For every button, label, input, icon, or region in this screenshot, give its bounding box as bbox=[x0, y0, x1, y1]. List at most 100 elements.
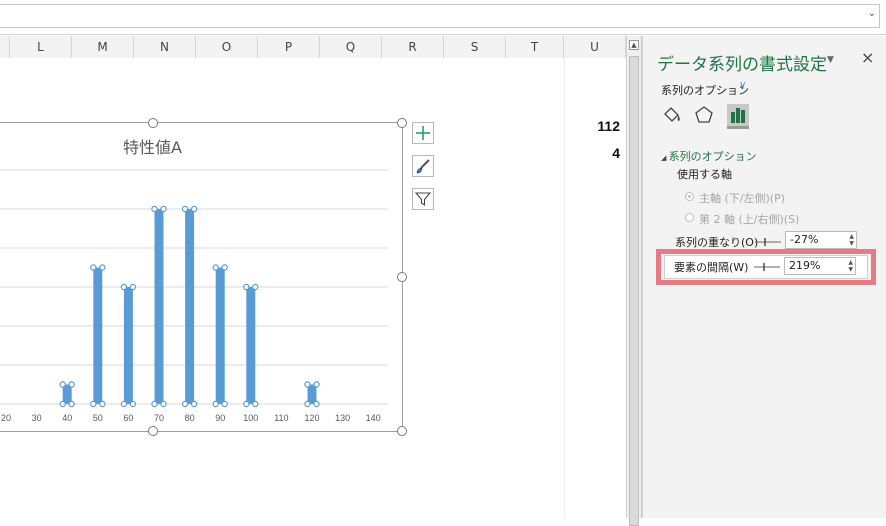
column-header-u[interactable]: U bbox=[564, 36, 626, 58]
bar-selection-handle[interactable] bbox=[160, 400, 167, 408]
bar-selection-handle[interactable] bbox=[129, 400, 137, 408]
chart-elements-button[interactable] bbox=[412, 122, 434, 144]
column-header-m[interactable]: M bbox=[72, 36, 134, 58]
bar-selection-handle[interactable] bbox=[160, 205, 167, 213]
bar-selection-handle[interactable] bbox=[221, 400, 228, 408]
column-header-n[interactable]: N bbox=[134, 36, 196, 58]
close-icon[interactable]: × bbox=[861, 48, 874, 67]
bar-selection-handle[interactable] bbox=[212, 264, 219, 271]
column-header-p[interactable]: P bbox=[258, 36, 320, 58]
chart-title[interactable]: 特性値A bbox=[0, 134, 305, 158]
bar-60[interactable] bbox=[123, 287, 133, 404]
overlap-spin-input[interactable]: -27% ▲ ▼ bbox=[785, 231, 857, 249]
x-tick-label: 80 bbox=[185, 413, 195, 423]
bar-selection-handle[interactable] bbox=[190, 205, 198, 213]
tab-series-options[interactable] bbox=[727, 104, 749, 129]
x-tick-label: 70 bbox=[154, 413, 164, 423]
bar-80[interactable] bbox=[185, 209, 195, 404]
tab-effects[interactable] bbox=[693, 104, 715, 126]
column-header-row: L M N O P Q R S T U bbox=[0, 36, 626, 59]
overlap-slider[interactable] bbox=[755, 237, 781, 247]
bar-selection-handle[interactable] bbox=[90, 400, 97, 408]
bar-selection-handle[interactable] bbox=[252, 400, 259, 408]
bar-120[interactable] bbox=[307, 384, 317, 405]
column-header-q[interactable]: Q bbox=[320, 36, 382, 58]
secondary-axis-radio[interactable] bbox=[685, 213, 694, 222]
bar-selection-handle[interactable] bbox=[243, 283, 250, 291]
column-header-r[interactable]: R bbox=[382, 36, 444, 58]
chevron-down-icon[interactable]: ∨ bbox=[739, 80, 746, 91]
overlap-label: 系列の重なり(O) bbox=[675, 236, 759, 249]
tab-fill-line[interactable] bbox=[661, 104, 683, 126]
column-header-s[interactable]: S bbox=[444, 36, 506, 58]
section-series-options[interactable]: ◢ 系列のオプション bbox=[661, 148, 757, 164]
bar-chart-icon bbox=[731, 108, 745, 123]
resize-handle-top[interactable] bbox=[148, 118, 158, 128]
bar-selection-handle[interactable] bbox=[120, 283, 128, 291]
bar-selection-handle[interactable] bbox=[99, 400, 106, 408]
bar-70[interactable] bbox=[154, 209, 164, 404]
x-tick-label: 120 bbox=[304, 413, 319, 423]
scrollbar-thumb[interactable] bbox=[629, 56, 639, 526]
bar-selection-handle[interactable] bbox=[252, 283, 259, 291]
vertical-scrollbar[interactable]: ▲ bbox=[626, 36, 642, 526]
bar-selection-handle[interactable] bbox=[190, 400, 198, 408]
scroll-up-arrow-icon[interactable]: ▲ bbox=[629, 40, 639, 50]
bar-40[interactable] bbox=[62, 384, 72, 405]
x-tick-label: 90 bbox=[215, 413, 225, 423]
bar-selection-handle[interactable] bbox=[181, 205, 189, 213]
filter-icon bbox=[415, 192, 431, 207]
chevron-down-icon[interactable]: ⌄ bbox=[868, 8, 876, 19]
bar-100[interactable] bbox=[246, 287, 256, 404]
bar-selection-handle[interactable] bbox=[120, 400, 128, 408]
bar-selection-handle[interactable] bbox=[59, 381, 66, 388]
section-title: 系列のオプション bbox=[668, 150, 757, 163]
cell-u-4[interactable]: 4 bbox=[612, 145, 620, 161]
bar-selection-handle[interactable] bbox=[181, 400, 189, 408]
x-tick-label: 110 bbox=[274, 413, 288, 423]
column-header-l[interactable]: L bbox=[10, 36, 72, 58]
bar-selection-handle[interactable] bbox=[68, 381, 75, 388]
series-options-dropdown[interactable]: 系列のオプション bbox=[661, 82, 749, 98]
bar-selection-handle[interactable] bbox=[99, 264, 106, 271]
pentagon-icon bbox=[695, 106, 713, 123]
bar-selection-handle[interactable] bbox=[313, 400, 320, 408]
x-tick-label: 30 bbox=[32, 413, 42, 423]
secondary-axis-label: 第 2 軸 (上/右側)(S) bbox=[699, 213, 800, 226]
bar-50[interactable] bbox=[93, 267, 103, 405]
bar-selection-handle[interactable] bbox=[313, 381, 320, 388]
cell-u-112[interactable]: 112 bbox=[597, 118, 620, 134]
column-divider bbox=[564, 58, 565, 518]
formula-input[interactable] bbox=[0, 4, 880, 28]
plus-icon bbox=[416, 126, 430, 140]
bar-selection-handle[interactable] bbox=[304, 381, 311, 388]
bar-selection-handle[interactable] bbox=[129, 283, 137, 291]
bar-selection-handle[interactable] bbox=[304, 400, 311, 408]
bar-selection-handle[interactable] bbox=[90, 264, 97, 271]
bar-selection-handle[interactable] bbox=[59, 400, 66, 408]
formula-bar: ⌄ bbox=[0, 0, 886, 35]
paint-bucket-icon bbox=[664, 107, 680, 122]
pane-options-caret-icon[interactable]: ▼ bbox=[827, 55, 834, 65]
chart-filters-button[interactable] bbox=[412, 188, 434, 210]
primary-axis-radio[interactable] bbox=[685, 192, 694, 201]
bar-selection-handle[interactable] bbox=[221, 264, 228, 271]
resize-handle-top-right[interactable] bbox=[397, 118, 407, 128]
chart-plot[interactable]: 20 30 40 50 60 70 80 90 100 110 120 130 140 bbox=[0, 160, 400, 430]
x-tick-label: 40 bbox=[62, 413, 72, 423]
x-tick-label: 20 bbox=[1, 413, 11, 423]
pane-title: データ系列の書式設定 bbox=[657, 55, 827, 75]
bar-selection-handle[interactable] bbox=[151, 400, 158, 408]
bar-selection-handle[interactable] bbox=[243, 400, 250, 408]
primary-axis-label: 主軸 (下/左側)(P) bbox=[699, 192, 786, 205]
column-header-o[interactable]: O bbox=[196, 36, 258, 58]
spin-arrows-icon[interactable]: ▲ ▼ bbox=[849, 233, 854, 247]
chart-styles-button[interactable] bbox=[412, 155, 434, 177]
x-tick-label: 100 bbox=[243, 413, 258, 423]
bar-selection-handle[interactable] bbox=[212, 400, 219, 408]
bar-selection-handle[interactable] bbox=[151, 205, 158, 213]
column-header-partial[interactable] bbox=[0, 36, 10, 58]
column-header-t[interactable]: T bbox=[506, 36, 564, 58]
bar-selection-handle[interactable] bbox=[68, 400, 75, 408]
bar-90[interactable] bbox=[215, 267, 225, 405]
